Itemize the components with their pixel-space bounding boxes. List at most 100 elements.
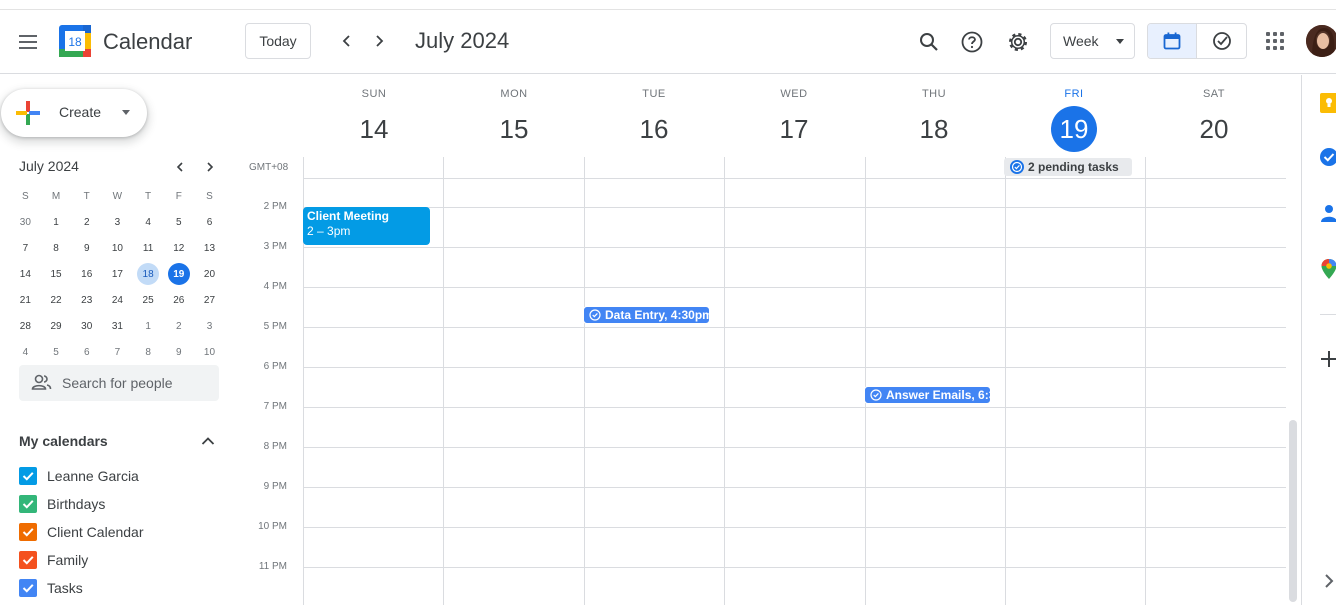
- day-number[interactable]: 20: [1191, 106, 1237, 152]
- mini-day-cell[interactable]: 26: [163, 287, 194, 313]
- checkbox-icon[interactable]: [19, 495, 37, 513]
- day-number[interactable]: 16: [631, 106, 677, 152]
- day-header[interactable]: SAT 20: [1144, 88, 1284, 154]
- checkbox-icon[interactable]: [19, 523, 37, 541]
- day-header[interactable]: SUN 14: [304, 88, 444, 154]
- help-icon[interactable]: [955, 25, 989, 59]
- mini-day-cell[interactable]: 8: [133, 339, 164, 365]
- day-number[interactable]: 18: [911, 106, 957, 152]
- expand-icon[interactable]: [1318, 570, 1336, 592]
- keep-icon[interactable]: [1318, 92, 1336, 114]
- menu-icon[interactable]: [11, 25, 45, 59]
- calendar-item[interactable]: Leanne Garcia: [19, 464, 219, 488]
- tasks-view-icon[interactable]: [1197, 24, 1246, 58]
- maps-icon[interactable]: [1318, 258, 1336, 280]
- mini-day-cell[interactable]: 3: [102, 209, 133, 235]
- tasks-icon[interactable]: [1318, 146, 1336, 168]
- mini-day-cell[interactable]: 13: [194, 235, 225, 261]
- mini-day-cell[interactable]: 2: [71, 209, 102, 235]
- day-header[interactable]: WED 17: [724, 88, 864, 154]
- mini-day-cell[interactable]: 12: [163, 235, 194, 261]
- chevron-left-icon[interactable]: [332, 26, 362, 56]
- mini-day-cell[interactable]: 6: [71, 339, 102, 365]
- mini-day-cell[interactable]: 31: [102, 313, 133, 339]
- view-select[interactable]: Week: [1050, 23, 1135, 59]
- mini-day-cell[interactable]: 1: [41, 209, 72, 235]
- task-data-entry[interactable]: Data Entry, 4:30pm: [583, 306, 710, 324]
- mini-day-cell[interactable]: 16: [71, 261, 102, 287]
- day-header[interactable]: THU 18: [864, 88, 1004, 154]
- mini-day-cell[interactable]: 7: [10, 235, 41, 261]
- avatar[interactable]: [1306, 25, 1336, 57]
- mini-next-month-icon[interactable]: [200, 157, 220, 177]
- mini-day-cell[interactable]: 5: [163, 209, 194, 235]
- mini-day-cell[interactable]: 24: [102, 287, 133, 313]
- mini-day-cell[interactable]: 8: [41, 235, 72, 261]
- mini-day-cell[interactable]: 6: [194, 209, 225, 235]
- day-number[interactable]: 15: [491, 106, 537, 152]
- mini-day-cell[interactable]: 14: [10, 261, 41, 287]
- mini-day-cell[interactable]: 22: [41, 287, 72, 313]
- apps-icon[interactable]: [1262, 28, 1288, 54]
- calendar-item[interactable]: Client Calendar: [19, 520, 219, 544]
- scrollbar-thumb[interactable]: [1289, 420, 1297, 602]
- calendar-view-icon[interactable]: [1148, 24, 1198, 58]
- mini-day-cell[interactable]: 29: [41, 313, 72, 339]
- calendar-item[interactable]: Birthdays: [19, 492, 219, 516]
- day-number[interactable]: 17: [771, 106, 817, 152]
- mini-day-cell[interactable]: 9: [163, 339, 194, 365]
- checkbox-icon[interactable]: [19, 467, 37, 485]
- mini-day-cell[interactable]: 1: [133, 313, 164, 339]
- my-calendars-header[interactable]: My calendars: [19, 433, 108, 449]
- mini-day-cell[interactable]: 4: [133, 209, 164, 235]
- mini-prev-month-icon[interactable]: [170, 157, 190, 177]
- mini-day-cell[interactable]: 20: [194, 261, 225, 287]
- day-number[interactable]: 14: [351, 106, 397, 152]
- mini-day-cell[interactable]: 15: [41, 261, 72, 287]
- day-number[interactable]: 19: [1051, 106, 1097, 152]
- chevron-down-icon[interactable]: [122, 110, 130, 115]
- calendar-item[interactable]: Tasks: [19, 576, 219, 600]
- settings-icon[interactable]: [1001, 25, 1035, 59]
- mini-day-cell[interactable]: 10: [194, 339, 225, 365]
- mini-day-cell[interactable]: 7: [102, 339, 133, 365]
- today-button[interactable]: Today: [245, 23, 311, 59]
- calendar-item[interactable]: Family: [19, 548, 219, 572]
- day-header[interactable]: TUE 16: [584, 88, 724, 154]
- search-icon[interactable]: [912, 25, 946, 59]
- mini-day-cell[interactable]: 17: [102, 261, 133, 287]
- calendar-logo[interactable]: 18: [59, 25, 91, 57]
- mini-day-cell[interactable]: 10: [102, 235, 133, 261]
- add-icon[interactable]: [1318, 348, 1336, 370]
- day-header[interactable]: MON 15: [444, 88, 584, 154]
- mini-day-number: 24: [111, 294, 123, 306]
- mini-day-cell[interactable]: 5: [41, 339, 72, 365]
- mini-day-cell[interactable]: 23: [71, 287, 102, 313]
- mini-day-cell[interactable]: 19: [163, 261, 194, 287]
- mini-day-cell[interactable]: 28: [10, 313, 41, 339]
- mini-day-cell[interactable]: 25: [133, 287, 164, 313]
- mini-day-cell[interactable]: 9: [71, 235, 102, 261]
- chevron-up-icon[interactable]: [198, 431, 218, 451]
- event-client-meeting[interactable]: Client Meeting 2 – 3pm: [303, 207, 430, 245]
- mini-day-cell[interactable]: 3: [194, 313, 225, 339]
- pending-tasks-chip[interactable]: 2 pending tasks: [1004, 158, 1132, 176]
- mini-day-cell[interactable]: 21: [10, 287, 41, 313]
- mini-day-cell[interactable]: 18: [133, 261, 164, 287]
- checkbox-icon[interactable]: [19, 551, 37, 569]
- mini-day-cell[interactable]: 30: [10, 209, 41, 235]
- mini-day-cell[interactable]: 11: [133, 235, 164, 261]
- mini-day-cell[interactable]: 2: [163, 313, 194, 339]
- mini-day-cell[interactable]: 4: [10, 339, 41, 365]
- create-button[interactable]: Create: [1, 89, 147, 137]
- contacts-icon[interactable]: [1318, 202, 1336, 224]
- mini-day-cell[interactable]: 27: [194, 287, 225, 313]
- chevron-right-icon[interactable]: [364, 26, 394, 56]
- task-answer-emails[interactable]: Answer Emails, 6:30pm: [864, 386, 991, 404]
- chevron-down-icon: [1116, 39, 1124, 44]
- mini-day-cell[interactable]: 30: [71, 313, 102, 339]
- checkbox-icon[interactable]: [19, 579, 37, 597]
- hour-line: [303, 287, 1286, 288]
- day-header[interactable]: FRI 19: [1004, 88, 1144, 154]
- search-people-input[interactable]: [62, 373, 212, 393]
